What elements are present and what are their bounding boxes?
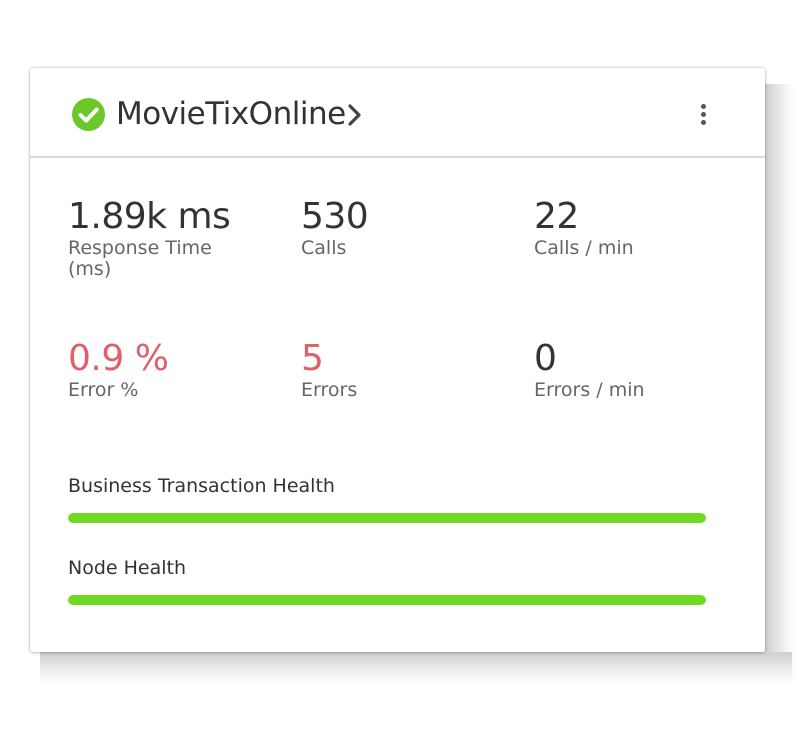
metric-value: 0.9 %	[68, 338, 169, 379]
kebab-dot-icon	[701, 120, 706, 125]
health-bar-fill	[68, 595, 706, 605]
chevron-right-icon[interactable]	[346, 104, 364, 126]
metric-label: Calls / min	[534, 237, 634, 259]
metric-label: Calls	[301, 237, 347, 259]
card-shadow-right	[765, 84, 795, 684]
metric-error-percent: 0.9 % Error %	[68, 338, 268, 401]
kebab-dot-icon	[701, 104, 706, 109]
metric-response-time: 1.89k ms Response Time (ms)	[68, 196, 268, 280]
metric-value: 22	[534, 196, 579, 237]
kebab-dot-icon	[701, 112, 706, 117]
metric-value: 1.89k ms	[68, 196, 231, 237]
metric-value: 0	[534, 338, 557, 379]
stage: MovieTixOnline 1.89k ms Response Time (m…	[0, 0, 797, 730]
node-health-bar[interactable]	[68, 595, 706, 605]
application-title-link[interactable]: MovieTixOnline	[116, 94, 346, 134]
metric-label: Errors / min	[534, 379, 645, 401]
metric-label: Response Time (ms)	[68, 237, 212, 280]
metric-value: 5	[301, 338, 324, 379]
card-shadow-bottom	[40, 652, 792, 684]
metric-errors: 5 Errors	[301, 338, 501, 401]
business-transaction-health-bar[interactable]	[68, 513, 706, 523]
node-health-label: Node Health	[68, 557, 187, 579]
more-options-button[interactable]	[694, 100, 714, 130]
metric-errors-per-min: 0 Errors / min	[534, 338, 734, 401]
metric-value: 530	[301, 196, 369, 237]
metric-label: Errors	[301, 379, 358, 401]
business-transaction-health-label: Business Transaction Health	[68, 475, 335, 497]
check-circle-icon	[72, 98, 105, 131]
metric-label: Error %	[68, 379, 139, 401]
card-header: MovieTixOnline	[30, 68, 765, 158]
metric-calls: 530 Calls	[301, 196, 501, 259]
application-card: MovieTixOnline 1.89k ms Response Time (m…	[30, 68, 765, 652]
metric-calls-per-min: 22 Calls / min	[534, 196, 734, 259]
health-bar-fill	[68, 513, 706, 523]
